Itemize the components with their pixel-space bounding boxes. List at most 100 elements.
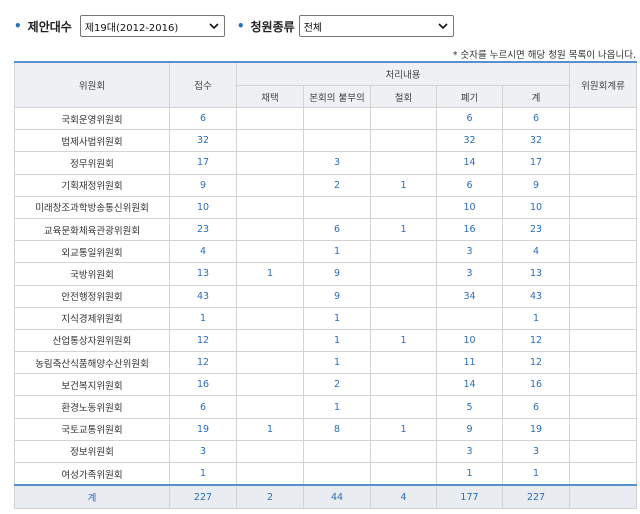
discarded-count-link[interactable]: 16 xyxy=(436,217,503,242)
totals-adopted[interactable]: 2 xyxy=(236,484,304,510)
not-referred-count-link[interactable]: 8 xyxy=(303,417,371,441)
discarded-count-link[interactable]: 32 xyxy=(436,129,503,153)
received-count-link[interactable]: 1 xyxy=(169,306,237,330)
total-count-link[interactable]: 16 xyxy=(501,373,571,397)
total-count-link[interactable]: 1 xyxy=(501,462,571,486)
not-referred-count-link[interactable]: 1 xyxy=(303,351,371,375)
not-referred-count-link[interactable]: 1 xyxy=(303,306,371,330)
not-referred-count-link[interactable]: 1 xyxy=(303,328,371,353)
not-referred-count-link[interactable]: 9 xyxy=(303,262,371,286)
not-referred-count-link xyxy=(303,439,371,464)
discarded-count-link[interactable]: 9 xyxy=(436,417,503,441)
not-referred-count-link[interactable]: 1 xyxy=(303,240,371,264)
total-count-link[interactable]: 43 xyxy=(501,284,571,308)
total-count-link[interactable]: 4 xyxy=(501,240,571,264)
total-count-link[interactable]: 6 xyxy=(501,395,571,419)
received-count-link[interactable]: 12 xyxy=(169,328,237,353)
discarded-count-link[interactable]: 14 xyxy=(436,373,503,397)
committee-name-cell: 안전행정위원회 xyxy=(14,284,170,308)
total-count-link[interactable]: 3 xyxy=(501,439,571,464)
not-referred-count-link[interactable]: 1 xyxy=(303,395,371,419)
withdrawn-count-link[interactable]: 1 xyxy=(370,173,437,197)
adopted-count-link[interactable]: 1 xyxy=(236,262,304,286)
total-count-link[interactable]: 23 xyxy=(501,217,571,242)
total-count-link[interactable]: 10 xyxy=(501,195,571,219)
totals-total[interactable]: 227 xyxy=(501,484,571,510)
totals-not-referred[interactable]: 44 xyxy=(303,484,371,510)
received-count-link[interactable]: 16 xyxy=(169,373,237,397)
total-count-link[interactable]: 32 xyxy=(501,129,571,153)
header-pending: 위원회계류 xyxy=(569,61,638,108)
discarded-count-link[interactable]: 11 xyxy=(436,351,503,375)
received-count-link[interactable]: 13 xyxy=(169,262,237,286)
discarded-count-link[interactable]: 10 xyxy=(436,328,503,353)
discarded-count-link[interactable]: 14 xyxy=(436,151,503,175)
discarded-count-link[interactable]: 34 xyxy=(436,284,503,308)
withdrawn-count-link xyxy=(370,129,437,153)
session-select[interactable]: 제19대(2012-2016) xyxy=(79,15,225,37)
pending-count-cell xyxy=(569,106,638,131)
total-count-link[interactable]: 13 xyxy=(501,262,571,286)
withdrawn-count-link[interactable]: 1 xyxy=(370,328,437,353)
total-count-link[interactable]: 17 xyxy=(501,151,571,175)
total-count-link[interactable]: 9 xyxy=(501,173,571,197)
adopted-count-link xyxy=(236,328,304,353)
withdrawn-count-link xyxy=(370,151,437,175)
not-referred-count-link[interactable]: 3 xyxy=(303,151,371,175)
table-row: 여성가족위원회 1 1 1 xyxy=(14,462,638,486)
received-count-link[interactable]: 9 xyxy=(169,173,237,197)
received-count-link[interactable]: 17 xyxy=(169,151,237,175)
not-referred-count-link[interactable]: 2 xyxy=(303,373,371,397)
received-count-link[interactable]: 1 xyxy=(169,462,237,486)
totals-discarded[interactable]: 177 xyxy=(436,484,503,510)
withdrawn-count-link[interactable]: 1 xyxy=(370,217,437,242)
discarded-count-link[interactable]: 5 xyxy=(436,395,503,419)
discarded-count-link[interactable]: 6 xyxy=(436,173,503,197)
not-referred-count-link[interactable]: 9 xyxy=(303,284,371,308)
session-select-value: 제19대(2012-2016) xyxy=(84,22,179,34)
header-not-referred: 본회의 불부의 xyxy=(303,85,371,108)
table-row: 법제사법위원회 32 32 32 xyxy=(14,129,638,153)
discarded-count-link[interactable]: 3 xyxy=(436,439,503,464)
not-referred-count-link[interactable]: 6 xyxy=(303,217,371,242)
table-row: 국토교통위원회 19 1 8 1 9 19 xyxy=(14,417,638,441)
received-count-link[interactable]: 4 xyxy=(169,240,237,264)
totals-row: 계 227 2 44 4 177 227 xyxy=(14,484,638,510)
type-select[interactable]: 전체 xyxy=(298,15,454,37)
adopted-count-link xyxy=(236,284,304,308)
committee-name-cell: 국회운영위원회 xyxy=(14,106,170,131)
committee-name-cell: 외교통일위원회 xyxy=(14,240,170,264)
not-referred-count-link[interactable]: 2 xyxy=(303,173,371,197)
total-count-link[interactable]: 19 xyxy=(501,417,571,441)
received-count-link[interactable]: 12 xyxy=(169,351,237,375)
withdrawn-count-link xyxy=(370,195,437,219)
discarded-count-link[interactable]: 3 xyxy=(436,240,503,264)
discarded-count-link[interactable]: 3 xyxy=(436,262,503,286)
received-count-link[interactable]: 23 xyxy=(169,217,237,242)
total-count-link[interactable]: 6 xyxy=(501,106,571,131)
received-count-link[interactable]: 10 xyxy=(169,195,237,219)
received-count-link[interactable]: 6 xyxy=(169,395,237,419)
total-count-link[interactable]: 12 xyxy=(501,328,571,353)
committee-name-cell: 농림축산식품해양수산위원회 xyxy=(14,351,170,375)
totals-withdrawn[interactable]: 4 xyxy=(370,484,437,510)
table-row: 정보위원회 3 3 3 xyxy=(14,439,638,464)
type-select-value: 전체 xyxy=(303,22,323,34)
received-count-link[interactable]: 32 xyxy=(169,129,237,153)
adopted-count-link[interactable]: 1 xyxy=(236,417,304,441)
received-count-link[interactable]: 3 xyxy=(169,439,237,464)
totals-received[interactable]: 227 xyxy=(169,484,237,510)
discarded-count-link[interactable]: 1 xyxy=(436,462,503,486)
received-count-link[interactable]: 19 xyxy=(169,417,237,441)
received-count-link[interactable]: 43 xyxy=(169,284,237,308)
pending-count-cell xyxy=(569,262,638,286)
withdrawn-count-link[interactable]: 1 xyxy=(370,417,437,441)
total-count-link[interactable]: 1 xyxy=(501,306,571,330)
total-count-link[interactable]: 12 xyxy=(501,351,571,375)
committee-name-cell: 보건복지위원회 xyxy=(14,373,170,397)
discarded-count-link[interactable]: 6 xyxy=(436,106,503,131)
table-row: 농림축산식품해양수산위원회 12 1 11 12 xyxy=(14,351,638,375)
discarded-count-link[interactable]: 10 xyxy=(436,195,503,219)
withdrawn-count-link xyxy=(370,240,437,264)
received-count-link[interactable]: 6 xyxy=(169,106,237,131)
